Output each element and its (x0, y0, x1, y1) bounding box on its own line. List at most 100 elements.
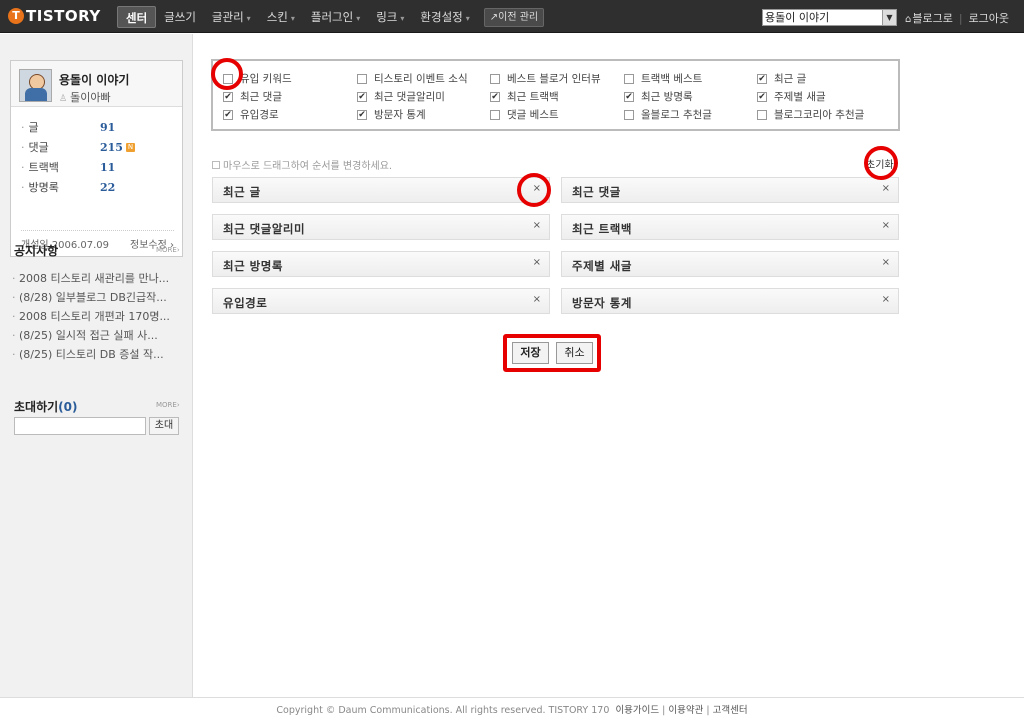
nav-center[interactable]: 센터 (117, 6, 157, 28)
blog-select[interactable]: 용돌이 이야기 ▼ (762, 9, 897, 26)
nav-settings[interactable]: 환경설정 ▾ (412, 6, 477, 28)
widget-checkbox-panel: 유입 키워드 티스토리 이벤트 소식 베스트 블로거 인터뷰 트랙백 베스트 ✔… (211, 59, 900, 131)
footer-link-support[interactable]: 고객센터 (713, 705, 748, 716)
invite-button[interactable]: 초대 (149, 417, 179, 435)
chevron-down-icon: ▾ (465, 14, 470, 23)
logout-link[interactable]: 로그아웃 (969, 10, 1009, 26)
highlight-circle (517, 173, 551, 207)
close-icon[interactable]: × (882, 220, 890, 231)
list-item[interactable]: (8/25) 티스토리 DB 증설 작... (12, 345, 182, 364)
widget-option[interactable]: ✔ 방문자 통계 (357, 107, 426, 122)
widget-option[interactable]: 블로그코리아 추천글 (757, 107, 864, 122)
checkbox[interactable]: ✔ (624, 91, 634, 102)
sidebar: 용돌이 이야기 ♙돌이아빠 글91 댓글215N 트랙백11 방명록22 개설일… (0, 34, 193, 697)
blog-name[interactable]: 용돌이 이야기 (59, 71, 129, 88)
widget-option[interactable]: 올블로그 추천글 (624, 107, 712, 122)
top-links: ⌂블로그로 | 로그아웃 (905, 10, 1009, 26)
blog-stats: 글91 댓글215N 트랙백11 방명록22 (21, 117, 171, 197)
copyright: Copyright © Daum Communications. All rig… (276, 705, 610, 716)
widget-option[interactable]: ✔ 주제별 새글 (757, 89, 826, 104)
widget-option[interactable]: 티스토리 이벤트 소식 (357, 71, 468, 86)
widget-option[interactable]: ✔ 최근 댓글 (223, 89, 282, 104)
chevron-down-icon: ▾ (290, 14, 295, 23)
home-icon: ⌂ (905, 14, 912, 25)
widget-option[interactable]: ✔ 최근 글 (757, 71, 806, 86)
invite-input[interactable] (14, 417, 146, 435)
list-item[interactable]: 2008 티스토리 새관리를 만나... (12, 269, 182, 288)
notice-title: 공지사항 (14, 244, 59, 258)
profile-head: 용돌이 이야기 ♙ 돌이아빠 (11, 61, 182, 107)
checkbox[interactable]: ✔ (757, 91, 767, 102)
checkbox[interactable] (624, 109, 634, 120)
drag-icon (212, 161, 220, 169)
highlight-circle (864, 146, 898, 180)
nav-posts[interactable]: 글관리 ▾ (204, 6, 259, 28)
widget-slot[interactable]: 방문자 통계 × (561, 288, 899, 314)
top-bar: T TISTORY 센터 글쓰기 글관리 ▾ 스킨 ▾ 플러그인 ▾ 링크 ▾ 환경설정… (0, 0, 1024, 33)
close-icon[interactable]: × (882, 257, 890, 268)
invite-more-link[interactable]: MORE› (156, 401, 180, 409)
invite-title: 초대하기(0) (14, 400, 78, 414)
stat-comments[interactable]: 댓글215N (21, 137, 171, 157)
widget-option[interactable]: ✔ 최근 댓글알리미 (357, 89, 445, 104)
checkbox[interactable]: ✔ (357, 91, 367, 102)
notice-more-link[interactable]: MORE› (156, 246, 180, 254)
logo-mark: T (8, 8, 24, 24)
new-badge: N (125, 142, 135, 152)
checkbox[interactable] (490, 73, 500, 84)
tistory-logo[interactable]: T TISTORY (8, 6, 101, 26)
blog-link[interactable]: ⌂블로그로 (905, 10, 953, 26)
checkbox[interactable]: ✔ (357, 109, 367, 120)
close-icon[interactable]: × (882, 294, 890, 305)
list-item[interactable]: (8/28) 일부블로그 DB긴급작... (12, 288, 182, 307)
close-icon[interactable]: × (882, 183, 890, 194)
checkbox[interactable] (757, 109, 767, 120)
widget-slot[interactable]: 최근 트랙백 × (561, 214, 899, 240)
widget-slot[interactable]: 최근 댓글알리미 × (212, 214, 550, 240)
list-item[interactable]: 2008 티스토리 개편과 170명... (12, 307, 182, 326)
checkbox[interactable]: ✔ (223, 91, 233, 102)
stat-posts[interactable]: 글91 (21, 117, 171, 137)
chevron-down-icon: ▾ (356, 14, 361, 23)
nav-skin[interactable]: 스킨 ▾ (259, 6, 303, 28)
widget-option[interactable]: ✔ 최근 트랙백 (490, 89, 559, 104)
widget-option[interactable]: 베스트 블로거 인터뷰 (490, 71, 601, 86)
close-icon[interactable]: × (533, 257, 541, 268)
list-item[interactable]: (8/25) 일시적 접근 실패 사... (12, 326, 182, 345)
footer-link-terms[interactable]: 이용약관 (668, 705, 703, 716)
widget-option[interactable]: ✔ 최근 방명록 (624, 89, 693, 104)
footer: Copyright © Daum Communications. All rig… (0, 697, 1024, 721)
checkbox[interactable]: ✔ (223, 109, 233, 120)
checkbox[interactable] (490, 109, 500, 120)
widget-slot[interactable]: 최근 댓글 × (561, 177, 899, 203)
widget-slot[interactable]: 최근 글 × (212, 177, 550, 203)
avatar[interactable] (19, 69, 52, 102)
chevron-down-icon: ▾ (400, 14, 405, 23)
divider: | (706, 705, 710, 716)
checkbox[interactable] (357, 73, 367, 84)
prev-admin-button[interactable]: ↗이전 관리 (483, 7, 545, 27)
widget-option[interactable]: 트랙백 베스트 (624, 71, 702, 86)
footer-link-guide[interactable]: 이용가이드 (615, 705, 659, 716)
profile-user: ♙ 돌이아빠 (59, 91, 111, 104)
close-icon[interactable]: × (533, 294, 541, 305)
widget-option[interactable]: ✔ 유입경로 (223, 107, 279, 122)
nav-write[interactable]: 글쓰기 (156, 6, 204, 28)
close-icon[interactable]: × (533, 220, 541, 231)
nav-plugin[interactable]: 플러그인 ▾ (303, 6, 368, 28)
checkbox[interactable]: ✔ (757, 73, 767, 84)
checkbox[interactable] (624, 73, 634, 84)
widget-slot[interactable]: 주제별 새글 × (561, 251, 899, 277)
divider: | (662, 705, 666, 716)
checkbox[interactable]: ✔ (490, 91, 500, 102)
chevron-down-icon[interactable]: ▼ (882, 10, 896, 25)
notice-list: 2008 티스토리 새관리를 만나... (8/28) 일부블로그 DB긴급작.… (12, 269, 182, 364)
stat-trackbacks[interactable]: 트랙백11 (21, 157, 171, 177)
stat-guestbook[interactable]: 방명록22 (21, 177, 171, 197)
highlight-rect (503, 334, 601, 372)
nav-link[interactable]: 링크 ▾ (368, 6, 412, 28)
widget-slot[interactable]: 유입경로 × (212, 288, 550, 314)
widget-slot[interactable]: 최근 방명록 × (212, 251, 550, 277)
highlight-circle (211, 58, 243, 90)
widget-option[interactable]: 댓글 베스트 (490, 107, 559, 122)
